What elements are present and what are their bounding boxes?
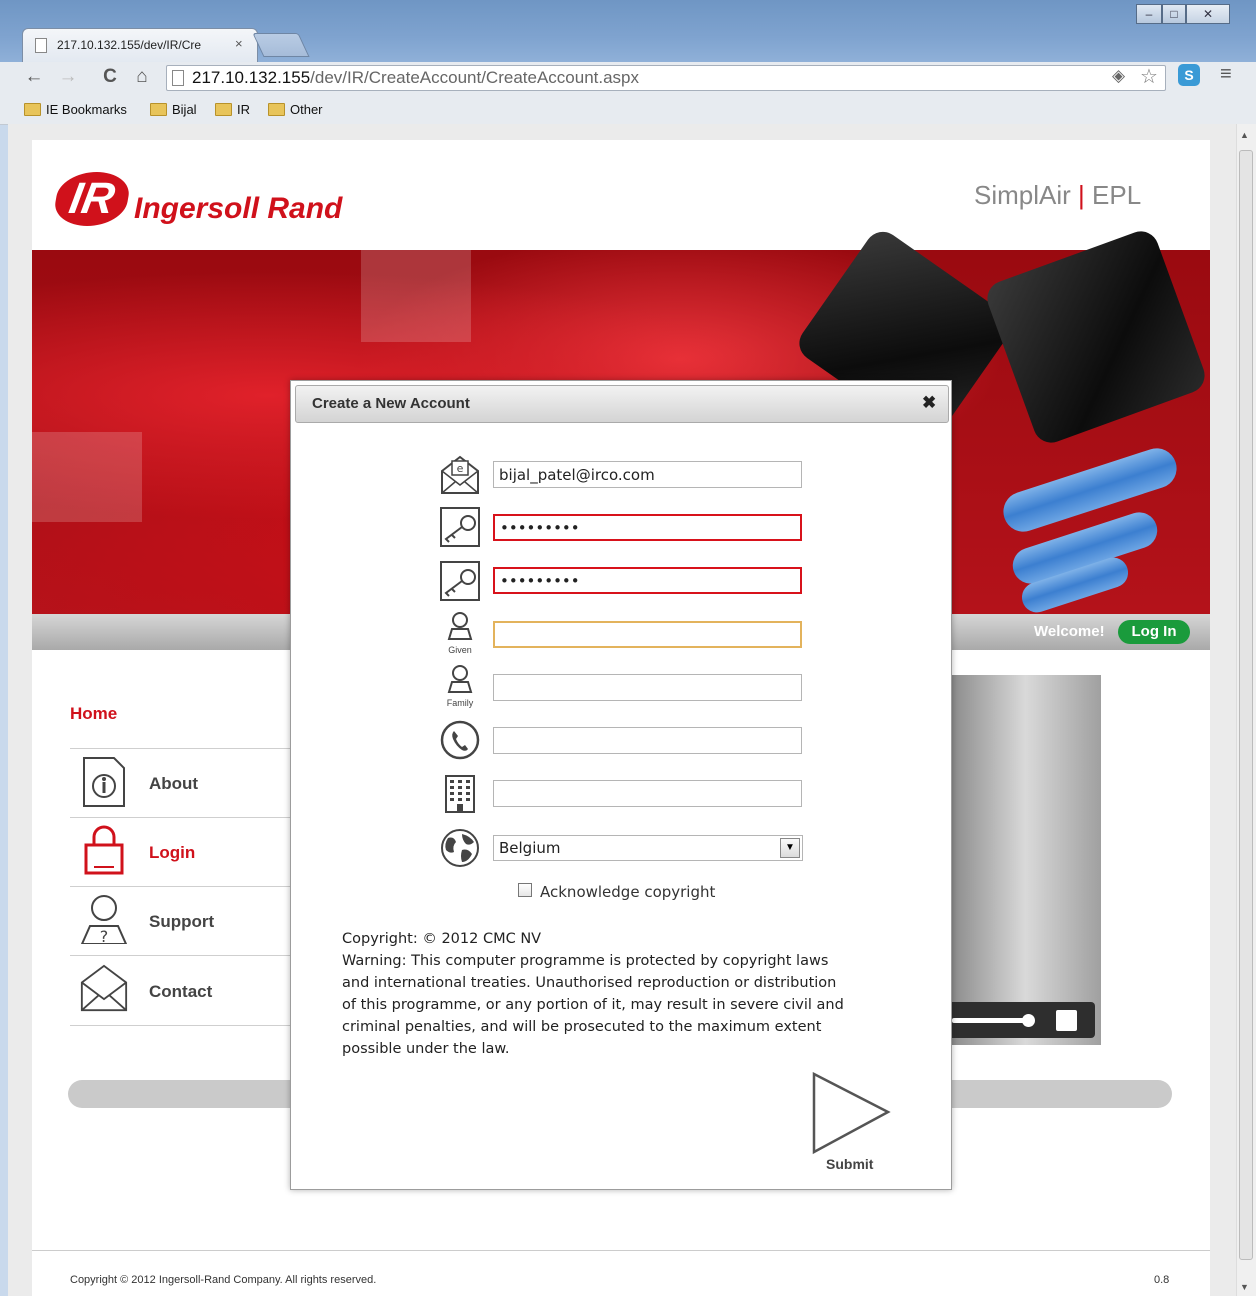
acknowledge-checkbox[interactable] (518, 883, 532, 897)
divider (32, 1250, 1210, 1251)
key-icon (440, 561, 480, 601)
url-text[interactable]: 217.10.132.155/dev/IR/CreateAccount/Crea… (192, 68, 639, 88)
bookmark-folder[interactable]: Other (268, 102, 323, 117)
bookmark-star-icon[interactable]: ☆ (1140, 64, 1158, 89)
person-icon (447, 612, 473, 640)
given-name-field[interactable] (493, 621, 802, 648)
key-icon (440, 507, 480, 547)
extension-icon[interactable]: ◈ (1112, 66, 1125, 86)
envelope-icon (80, 964, 128, 1012)
person-icon (447, 665, 473, 693)
scroll-up-icon[interactable]: ▲ (1240, 130, 1249, 140)
support-person-icon: ? (80, 895, 128, 944)
maximize-button[interactable]: □ (1162, 4, 1186, 24)
copyright-notice: Copyright: © 2012 CMC NV Warning: This c… (342, 931, 844, 1057)
menu-icon[interactable]: ≡ (1220, 63, 1232, 86)
bookmark-folder[interactable]: Bijal (150, 102, 197, 117)
submit-label[interactable]: Submit (826, 1156, 873, 1172)
url-path: /dev/IR/CreateAccount/CreateAccount.aspx (310, 68, 640, 87)
nav-home[interactable]: Home (70, 704, 117, 724)
url-host: 217.10.132.155 (192, 68, 311, 87)
volume-slider-handle[interactable] (1022, 1014, 1035, 1027)
welcome-text: Welcome! (1034, 623, 1105, 640)
nav-item-label: About (149, 774, 199, 793)
svg-text:?: ? (100, 927, 109, 944)
folder-icon (24, 103, 41, 116)
building-icon (445, 775, 475, 813)
bookmark-folder[interactable]: IR (215, 102, 250, 117)
banner-tile (361, 250, 471, 342)
acknowledge-label: Acknowledge copyright (540, 883, 716, 901)
reload-icon[interactable]: C (98, 66, 122, 88)
svg-text:e: e (457, 462, 464, 475)
close-icon[interactable]: ✖ (922, 393, 936, 413)
info-document-icon (83, 757, 125, 807)
globe-icon (441, 829, 479, 867)
ingersoll-rand-logo: IR Ingersoll Rand (51, 172, 343, 226)
folder-icon (215, 103, 232, 116)
minimize-button[interactable]: – (1136, 4, 1162, 24)
scroll-down-icon[interactable]: ▼ (1240, 1282, 1249, 1292)
dialog-title: Create a New Account (312, 395, 470, 412)
divider (70, 1025, 310, 1026)
footer-copyright: Copyright © 2012 Ingersoll-Rand Company.… (70, 1274, 377, 1286)
close-window-button[interactable]: ✕ (1186, 4, 1230, 24)
password-field[interactable] (493, 514, 802, 541)
email-field[interactable] (493, 461, 802, 488)
nav-item-label: Login (149, 843, 196, 862)
scrollbar-thumb[interactable] (1239, 150, 1253, 1260)
fullscreen-icon[interactable] (1056, 1010, 1077, 1031)
bookmark-folder[interactable]: IE Bookmarks (24, 102, 127, 117)
logo-text: Ingersoll Rand (134, 191, 343, 225)
confirm-password-field[interactable] (493, 567, 802, 594)
given-name-icon-group: Given (440, 612, 480, 655)
email-icon: e (441, 455, 479, 494)
skype-icon[interactable]: S (1178, 64, 1200, 86)
page-icon (35, 38, 47, 53)
version-number: 0.8 (1154, 1274, 1170, 1286)
video-player[interactable] (950, 675, 1101, 1045)
tab-title: 217.10.132.155/dev/IR/Cre (57, 38, 202, 52)
folder-icon (268, 103, 285, 116)
back-icon[interactable]: ← (22, 66, 46, 88)
home-icon[interactable]: ⌂ (130, 66, 154, 88)
login-button[interactable]: Log In (1118, 620, 1190, 644)
chevron-down-icon[interactable]: ▼ (780, 838, 800, 858)
family-name-icon-group: Family (440, 665, 480, 708)
page-icon (172, 70, 184, 86)
logo-mark: IR (51, 172, 133, 226)
app-name: SimplAir | EPL (974, 180, 1142, 210)
folder-icon (150, 103, 167, 116)
forward-icon[interactable]: → (56, 66, 80, 88)
browser-tab[interactable]: 217.10.132.155/dev/IR/Cre × (22, 28, 258, 62)
padlock-icon (84, 825, 124, 875)
phone-icon (440, 720, 480, 760)
company-field[interactable] (493, 780, 802, 807)
banner-tile (32, 432, 142, 522)
nav-item-label: Contact (149, 982, 213, 1001)
country-select[interactable]: Belgium (493, 835, 803, 861)
phone-field[interactable] (493, 727, 802, 754)
nav-item-label: Support (149, 912, 215, 931)
family-label: Family (446, 698, 474, 708)
family-name-field[interactable] (493, 674, 802, 701)
volume-slider[interactable] (952, 1018, 1028, 1023)
tab-close-icon[interactable]: × (235, 36, 243, 51)
given-label: Given (448, 645, 472, 655)
